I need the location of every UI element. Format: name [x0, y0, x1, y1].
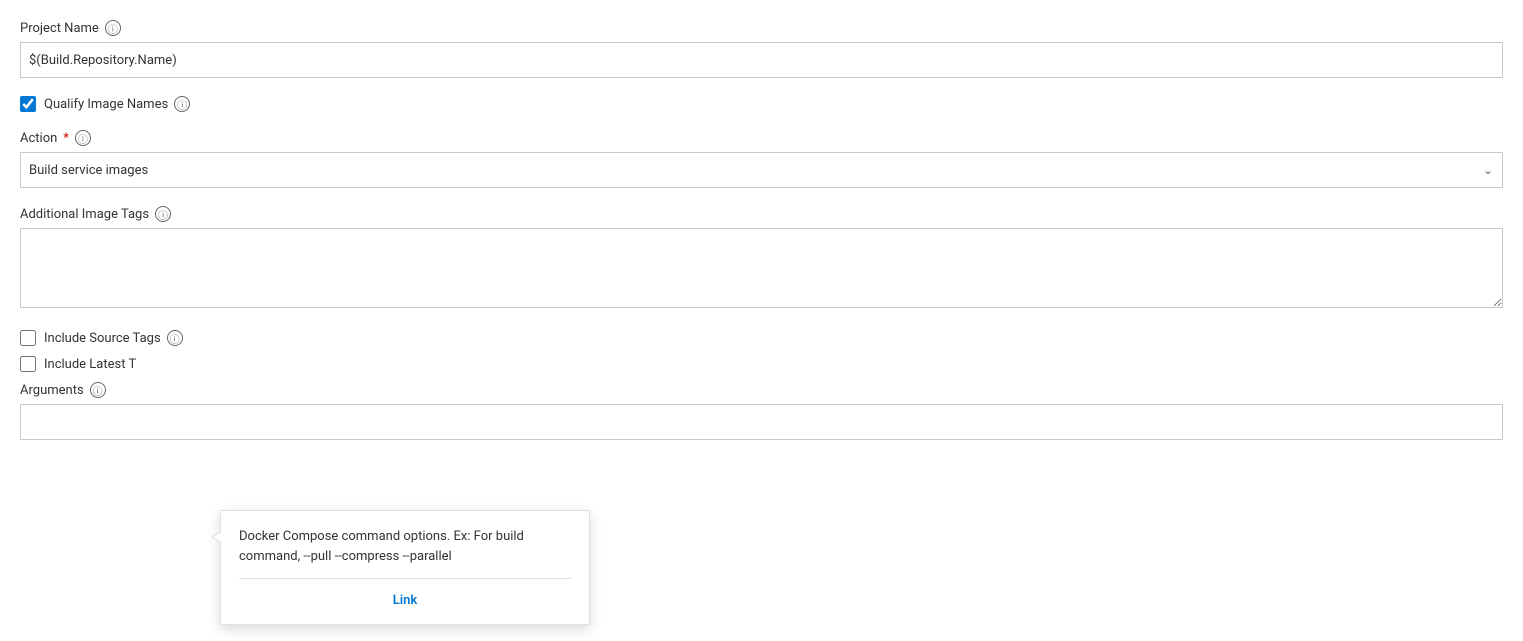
action-select[interactable]: Build service images Push service images…	[20, 152, 1503, 188]
additional-image-tags-label-text: Additional Image Tags	[20, 207, 149, 222]
arguments-info-icon[interactable]: ⓘ	[90, 382, 106, 398]
action-label-text: Action	[20, 131, 57, 146]
project-name-label-text: Project Name	[20, 21, 99, 36]
include-latest-tag-label: Include Latest T	[44, 357, 136, 372]
action-label: Action * ⓘ	[20, 130, 1503, 146]
include-latest-tag-row: Include Latest T	[20, 356, 1503, 372]
arguments-section: Arguments ⓘ	[20, 382, 1503, 440]
tooltip-divider	[239, 578, 571, 579]
additional-image-tags-info-icon[interactable]: ⓘ	[155, 206, 171, 222]
include-source-tags-checkbox[interactable]	[20, 330, 36, 346]
arguments-label: Arguments ⓘ	[20, 382, 1503, 398]
project-name-section: Project Name ⓘ	[20, 20, 1503, 78]
project-name-label: Project Name ⓘ	[20, 20, 1503, 36]
qualify-image-names-row: Qualify Image Names ⓘ	[20, 96, 1503, 112]
additional-image-tags-label: Additional Image Tags ⓘ	[20, 206, 1503, 222]
include-source-tags-info-icon[interactable]: ⓘ	[167, 330, 183, 346]
qualify-image-names-checkbox[interactable]	[20, 96, 36, 112]
include-latest-tag-label-text: Include Latest T	[44, 357, 136, 372]
arguments-label-text: Arguments	[20, 383, 84, 398]
action-select-wrapper: Build service images Push service images…	[20, 152, 1503, 188]
qualify-image-names-label-text: Qualify Image Names	[44, 97, 168, 112]
include-source-tags-label: Include Source Tags ⓘ	[44, 330, 183, 346]
tooltip-text: Docker Compose command options. Ex: For …	[239, 527, 571, 566]
include-source-tags-label-text: Include Source Tags	[44, 331, 161, 346]
tooltip-popup: Docker Compose command options. Ex: For …	[220, 510, 590, 625]
qualify-image-names-info-icon[interactable]: ⓘ	[174, 96, 190, 112]
include-source-tags-row: Include Source Tags ⓘ	[20, 330, 1503, 346]
additional-image-tags-textarea[interactable]	[20, 228, 1503, 308]
additional-image-tags-section: Additional Image Tags ⓘ	[20, 206, 1503, 312]
action-required-marker: *	[63, 131, 69, 146]
tooltip-link[interactable]: Link	[239, 589, 571, 612]
action-info-icon[interactable]: ⓘ	[75, 130, 91, 146]
arguments-input[interactable]	[20, 404, 1503, 440]
include-latest-tag-checkbox[interactable]	[20, 356, 36, 372]
project-name-info-icon[interactable]: ⓘ	[105, 20, 121, 36]
project-name-input[interactable]	[20, 42, 1503, 78]
action-section: Action * ⓘ Build service images Push ser…	[20, 130, 1503, 188]
qualify-image-names-label: Qualify Image Names ⓘ	[44, 96, 190, 112]
